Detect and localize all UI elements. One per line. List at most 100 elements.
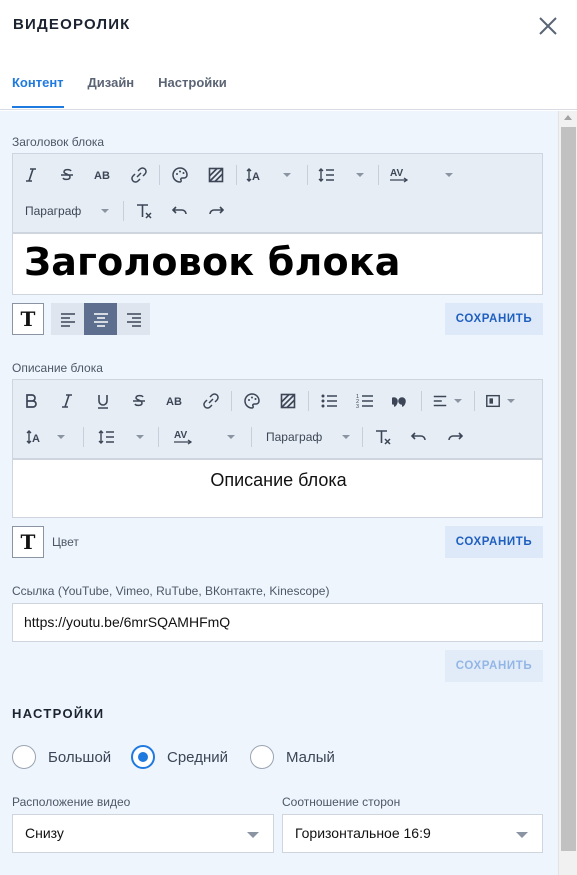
uppercase-icon[interactable]: AB [157,383,193,419]
background-color-icon[interactable] [270,383,306,419]
size-radio-small[interactable]: Малый [250,745,335,769]
bold-icon[interactable] [13,383,49,419]
uppercase-icon[interactable]: AB [85,157,121,193]
save-heading-button[interactable]: СОХРАНИТЬ [445,303,543,335]
toolbar-separator [123,201,124,221]
bulleted-list-icon[interactable] [311,383,347,419]
radio-circle[interactable] [131,745,155,769]
aspect-ratio-select[interactable]: Горизонтальное 16:9 [282,814,543,853]
chevron-down-icon [283,173,291,177]
toolbar-separator [362,427,363,447]
description-text[interactable]: Описание блока [13,470,544,491]
redo-icon[interactable] [198,193,234,229]
size-radio-medium[interactable]: Средний [131,745,228,769]
svg-text:A: A [252,171,260,183]
toolbar-separator [308,391,309,411]
scrollbar-thumb[interactable] [561,127,576,851]
aspect-ratio-value: Горизонтальное 16:9 [295,825,431,841]
link-icon[interactable] [121,157,157,193]
description-text-color-button[interactable]: T [12,526,44,558]
size-radio-label: Большой [48,748,112,766]
toolbar-separator [474,391,475,411]
text-color-icon: T [20,307,36,331]
background-color-icon[interactable] [198,157,234,193]
numbered-list-icon[interactable]: 123 [347,383,383,419]
save-link-button[interactable]: СОХРАНИТЬ [445,650,543,682]
radio-circle[interactable] [12,745,36,769]
svg-text:3: 3 [356,404,359,410]
chevron-down-icon [136,435,144,439]
paragraph-style-dropdown[interactable]: Параграф [13,193,121,229]
font-size-dropdown[interactable]: A [239,157,305,193]
undo-icon[interactable] [162,193,198,229]
clear-format-icon[interactable] [365,419,401,455]
size-radio-label: Средний [167,748,228,766]
chevron-down-icon [356,173,364,177]
font-size-icon: A [26,430,40,445]
line-height-dropdown[interactable] [310,157,376,193]
description-toolbar: AB 123 A AV Параграф [12,379,543,459]
strikethrough-icon[interactable] [49,157,85,193]
italic-icon[interactable] [13,157,49,193]
scrollbar[interactable] [558,111,577,875]
panel-title: ВИДЕОРОЛИК [13,16,131,33]
line-height-icon [318,168,334,182]
font-size-icon: A [246,168,260,183]
tab-settings[interactable]: Настройки [158,72,227,108]
radio-circle[interactable] [250,745,274,769]
chevron-down-icon [227,435,235,439]
text-align-dropdown[interactable] [424,383,472,419]
italic-icon[interactable] [49,383,85,419]
toolbar-separator [307,165,308,185]
size-radio-label: Малый [286,748,335,766]
video-position-label: Расположение видео [12,795,131,809]
line-height-dropdown[interactable] [86,419,156,455]
font-size-dropdown[interactable]: A [13,419,81,455]
align-right-icon[interactable] [117,303,150,335]
chevron-down-icon [247,832,259,838]
video-link-label: Ссылка (YouTube, Vimeo, RuTube, ВКонтакт… [12,584,330,598]
svg-text:AB: AB [94,170,110,182]
link-icon[interactable] [193,383,229,419]
letter-spacing-icon: AV [174,430,193,445]
panel-header: ВИДЕОРОЛИК Контент Дизайн Настройки [0,0,577,110]
scroll-up-arrow-icon[interactable] [564,115,572,120]
clear-format-icon[interactable] [126,193,162,229]
svg-text:AV: AV [390,168,403,179]
quote-icon[interactable] [383,383,419,419]
text-color-button[interactable]: T [12,303,44,335]
svg-text:A: A [32,433,40,445]
strikethrough-icon[interactable] [121,383,157,419]
toolbar-separator [251,427,252,447]
video-position-select[interactable]: Снизу [12,814,274,853]
block-format-dropdown[interactable] [477,383,521,419]
aspect-ratio-label: Соотношение сторон [282,795,401,809]
block-icon [486,394,500,408]
undo-icon[interactable] [401,419,437,455]
align-left-icon[interactable] [51,303,84,335]
tab-design[interactable]: Дизайн [88,72,135,108]
video-link-input[interactable]: https://youtu.be/6mrSQAMHFmQ [12,603,543,642]
palette-icon[interactable] [234,383,270,419]
palette-icon[interactable] [162,157,198,193]
tab-content[interactable]: Контент [12,72,64,108]
letter-spacing-dropdown[interactable]: AV [381,157,471,193]
paragraph-style-value: Параграф [266,430,323,444]
heading-block-label: Заголовок блока [12,135,105,149]
settings-section-title: НАСТРОЙКИ [12,706,105,721]
size-radio-large[interactable]: Большой [12,745,111,769]
chevron-down-icon [507,399,515,403]
align-center-icon[interactable] [84,303,117,335]
heading-editor[interactable]: Заголовок блока [12,233,543,295]
description-block-label: Описание блока [12,361,103,375]
redo-icon[interactable] [437,419,473,455]
align-icon [433,395,447,407]
chevron-down-icon [454,399,462,403]
underline-icon[interactable] [85,383,121,419]
close-icon[interactable] [536,14,560,38]
heading-text[interactable]: Заголовок блока [24,240,401,284]
description-editor[interactable]: Описание блока [12,459,543,518]
letter-spacing-dropdown[interactable]: AV [161,419,249,455]
save-description-button[interactable]: СОХРАНИТЬ [445,526,543,558]
paragraph-style-dropdown[interactable]: Параграф [254,419,360,455]
